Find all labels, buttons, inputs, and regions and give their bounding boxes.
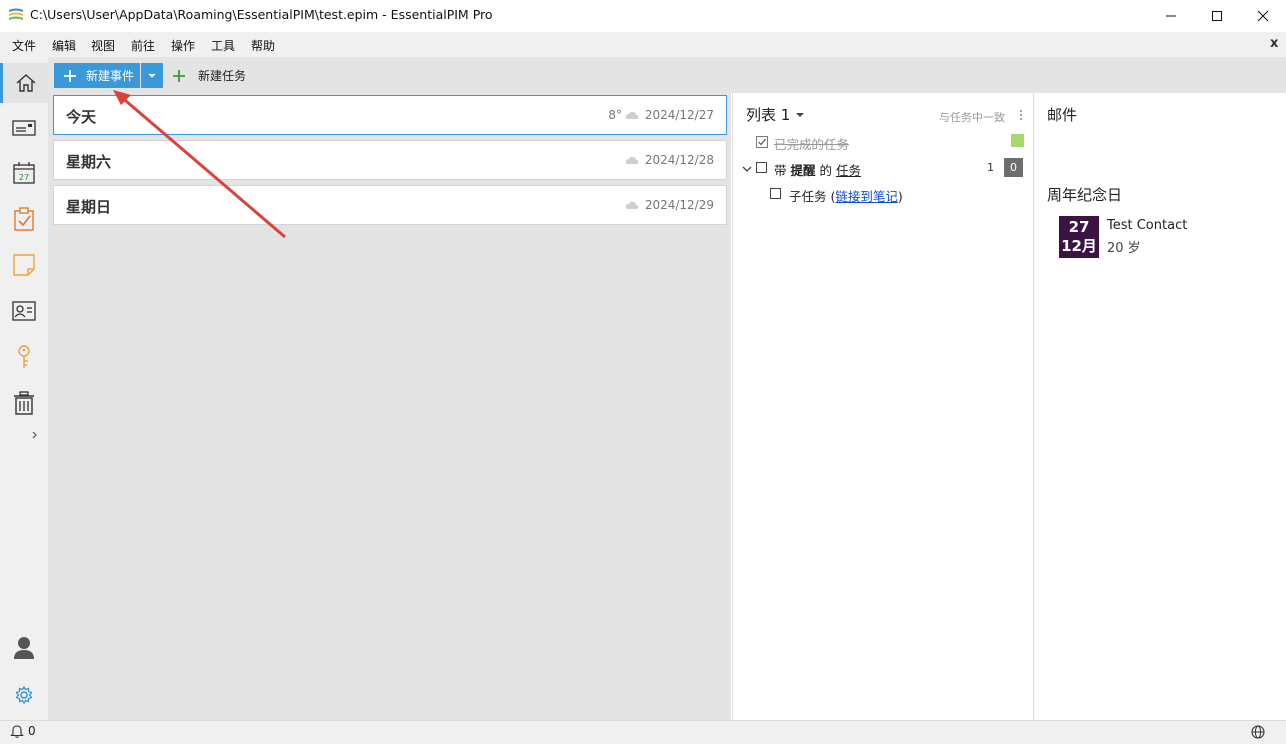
menu-edit[interactable]: 编辑 — [52, 37, 76, 54]
chevron-down-icon — [148, 73, 156, 78]
plus-icon — [64, 69, 76, 82]
maximize-icon — [1212, 11, 1222, 21]
nav-tasks[interactable] — [0, 199, 48, 239]
task-count: 1 — [987, 161, 994, 174]
mail-section-title: 邮件 — [1047, 106, 1078, 124]
plus-icon — [173, 69, 185, 82]
chevron-down-icon — [742, 166, 752, 172]
day-name: 今天 — [66, 108, 97, 126]
passwords-icon — [18, 345, 30, 368]
more-vertical-icon — [1020, 110, 1022, 120]
anniversary-month: 12月 — [1061, 237, 1097, 255]
notification-count: 0 — [28, 724, 36, 738]
home-icon — [16, 74, 35, 92]
nav-settings[interactable] — [0, 675, 48, 715]
subtask-title[interactable]: 子任务 (链接到笔记) — [789, 186, 903, 205]
task-badge: 0 — [1004, 158, 1023, 177]
completed-tasks-checkbox[interactable] — [756, 136, 768, 151]
globe-icon — [1251, 725, 1265, 739]
notifications-button[interactable]: 0 — [10, 724, 36, 738]
svg-text:27: 27 — [19, 173, 29, 182]
task-title-middle: 的 — [815, 163, 836, 178]
maximize-button[interactable] — [1194, 0, 1240, 32]
window-title: C:\Users\User\AppData\Roaming\EssentialP… — [30, 7, 493, 22]
completed-color-swatch — [1011, 134, 1024, 147]
app-logo-icon — [8, 8, 24, 22]
more-options-button[interactable] — [1019, 109, 1023, 124]
task-list-selector[interactable]: 列表 1 — [746, 104, 805, 125]
anniversary-age: 20 岁 — [1107, 241, 1141, 256]
menu-view[interactable]: 视图 — [91, 37, 115, 54]
nav-expand-button[interactable] — [30, 428, 42, 444]
status-bar — [0, 720, 1286, 744]
nav-notes[interactable] — [0, 245, 48, 285]
task-title-prefix: 带 — [774, 163, 791, 178]
new-event-label: 新建事件 — [86, 69, 135, 83]
expand-icon — [32, 431, 37, 439]
tasks-icon — [14, 207, 34, 231]
minimize-button[interactable] — [1148, 0, 1194, 32]
mail-icon — [12, 120, 36, 136]
trash-icon — [14, 391, 34, 415]
subtask-note-link[interactable]: 链接到笔记 — [835, 189, 898, 204]
minimize-icon — [1166, 15, 1176, 17]
nav-passwords[interactable] — [0, 337, 48, 377]
calendar-icon: 27 — [13, 162, 35, 184]
day-date: 2024/12/28 — [644, 153, 714, 167]
task-title-underlined: 任务 — [835, 163, 861, 178]
cloud-icon — [625, 201, 639, 209]
annotation-arrow — [113, 90, 286, 239]
close-button[interactable] — [1240, 0, 1286, 32]
nav-user[interactable] — [0, 628, 48, 668]
day-date: 2024/12/29 — [644, 198, 714, 212]
close-icon — [1257, 10, 1269, 22]
anniversary-section-title: 周年纪念日 — [1047, 186, 1123, 204]
menu-close-button[interactable]: x — [1270, 36, 1278, 51]
bell-icon — [10, 725, 24, 738]
anniversary-date-badge: 27 12月 — [1059, 216, 1099, 258]
subtask-suffix: ) — [897, 189, 903, 204]
user-icon — [14, 637, 34, 659]
task-expand-toggle[interactable] — [742, 163, 752, 177]
notes-icon — [13, 254, 35, 276]
task-list-title: 列表 1 — [746, 106, 791, 124]
menu-actions[interactable]: 操作 — [171, 37, 195, 54]
menu-tools[interactable]: 工具 — [211, 37, 235, 54]
day-date: 2024/12/27 — [644, 108, 714, 122]
nav-mail[interactable] — [0, 108, 48, 148]
menu-file[interactable]: 文件 — [12, 37, 36, 54]
contacts-icon — [12, 301, 36, 321]
nav-home[interactable] — [3, 63, 48, 103]
anniversary-day: 27 — [1068, 218, 1090, 236]
menu-go[interactable]: 前往 — [131, 37, 155, 54]
cloud-icon — [625, 156, 639, 164]
new-task-label: 新建任务 — [198, 69, 247, 83]
nav-calendar[interactable]: 27 — [0, 153, 48, 193]
settings-icon — [15, 686, 33, 704]
cloud-icon — [625, 111, 639, 119]
subtask-label: 子任务 ( — [789, 189, 836, 204]
day-temperature: 8° — [608, 108, 622, 122]
language-button[interactable] — [1251, 725, 1265, 742]
chevron-down-icon — [796, 112, 805, 117]
sync-with-tasks-label[interactable]: 与任务中一致 — [939, 109, 1005, 125]
nav-trash[interactable] — [0, 383, 48, 423]
menu-help[interactable]: 帮助 — [251, 37, 275, 54]
anniversary-contact-name[interactable]: Test Contact — [1107, 218, 1187, 233]
task-checkbox[interactable] — [756, 162, 767, 173]
checked-checkbox-icon — [756, 136, 768, 148]
task-title[interactable]: 带 提醒 的 任务 — [774, 160, 861, 179]
task-title-bold: 提醒 — [790, 163, 816, 178]
subtask-checkbox[interactable] — [770, 188, 781, 199]
completed-tasks-label[interactable]: 已完成的任务 — [774, 134, 849, 153]
nav-contacts[interactable] — [0, 291, 48, 331]
